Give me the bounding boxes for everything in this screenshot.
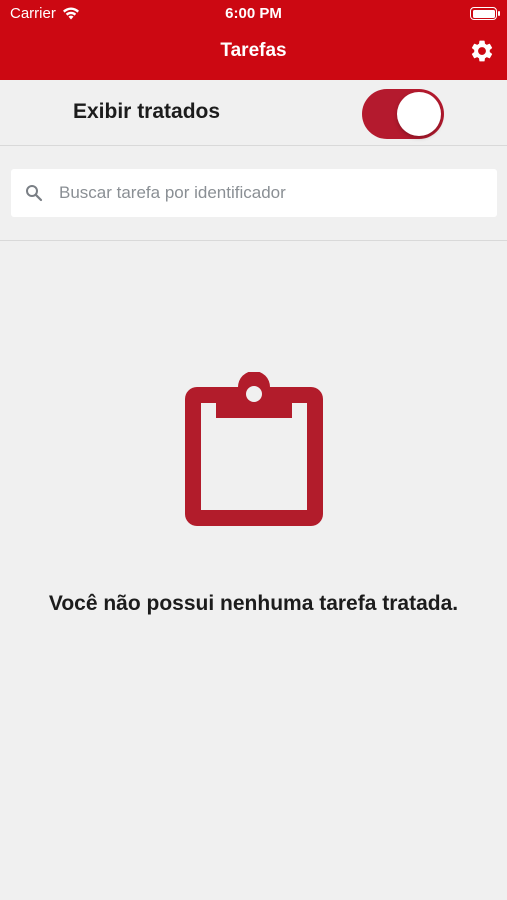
battery-icon xyxy=(470,7,500,20)
show-treated-toggle[interactable] xyxy=(362,89,444,139)
show-treated-label: Exibir tratados xyxy=(73,100,221,123)
search-icon xyxy=(26,185,43,202)
empty-state-message: Você não possui nenhuma tarefa tratada. xyxy=(48,592,459,615)
search-box[interactable] xyxy=(11,169,497,217)
search-area xyxy=(0,147,507,241)
toggle-knob xyxy=(397,92,441,136)
app-header: Carrier 6:00 PM Tarefas xyxy=(0,0,507,80)
status-time: 6:00 PM xyxy=(225,5,282,22)
status-bar: Carrier 6:00 PM xyxy=(0,0,507,28)
clipboard-icon xyxy=(185,372,323,526)
page-title: Tarefas xyxy=(220,40,287,61)
show-treated-row: Exibir tratados xyxy=(0,80,507,146)
search-input[interactable] xyxy=(59,169,489,217)
gear-icon[interactable] xyxy=(469,38,495,64)
